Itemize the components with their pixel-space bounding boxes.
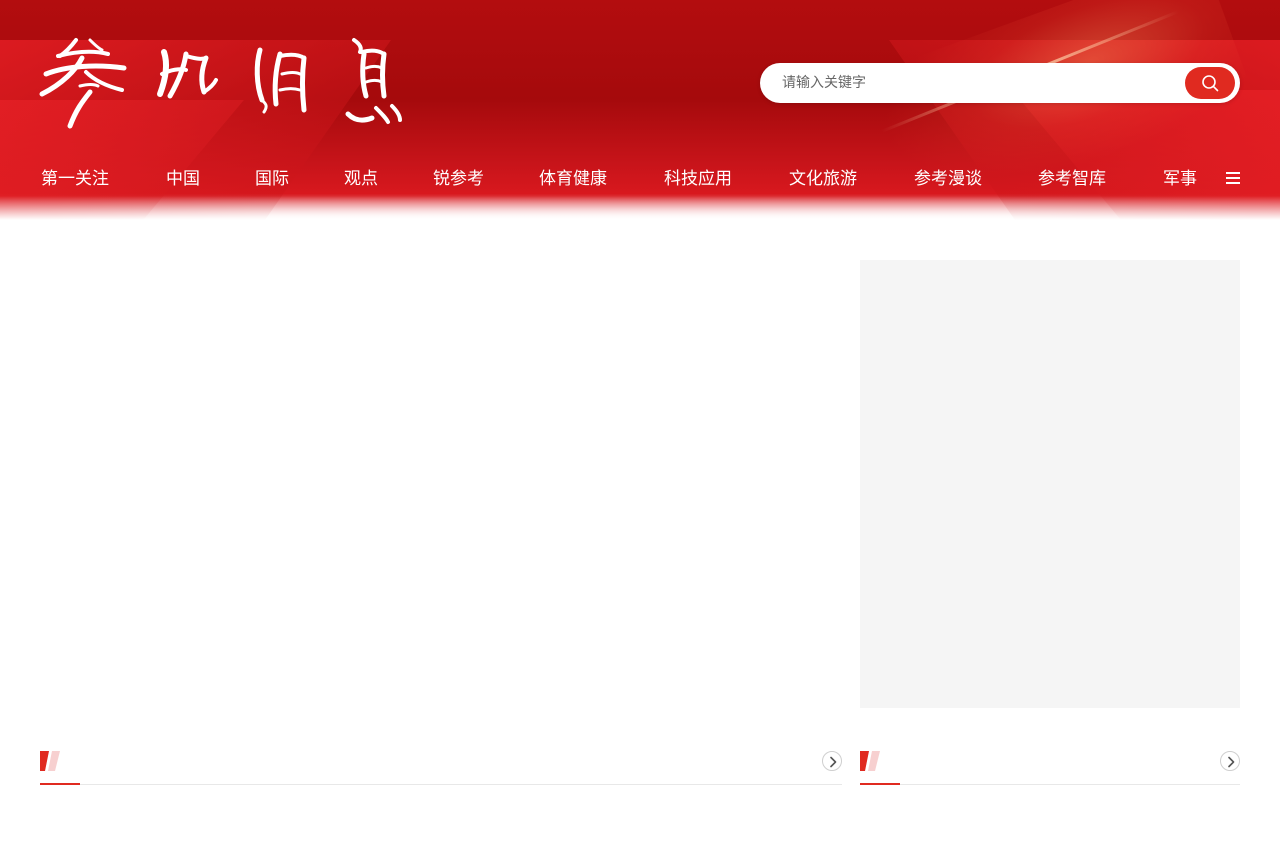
nav-item-military[interactable]: 军事 [1163,160,1197,198]
section-more-button[interactable] [822,751,842,771]
search-bar [760,63,1240,103]
section-underline [860,783,900,785]
chevron-right-icon [830,756,837,768]
nav-item-first-focus[interactable]: 第一关注 [41,160,109,198]
section-header-right [860,748,1240,785]
nav-item-international[interactable]: 国际 [255,160,289,198]
section-mark-icon [40,751,60,771]
section-mark-icon [860,751,880,771]
site-logo[interactable] [36,34,408,130]
side-panel [860,260,1240,708]
chevron-right-icon [1228,756,1235,768]
menu-icon[interactable] [1226,171,1240,185]
section-underline [40,783,80,785]
search-input[interactable] [780,63,1180,103]
nav-item-china[interactable]: 中国 [166,160,200,198]
main-feature-area [40,260,840,708]
search-icon [1202,75,1219,92]
nav-item-opinion[interactable]: 观点 [344,160,378,198]
section-more-button[interactable] [1220,751,1240,771]
nav-item-tech[interactable]: 科技应用 [664,160,732,198]
header-fade [0,196,1280,220]
search-button[interactable] [1185,67,1235,99]
nav-item-culture-travel[interactable]: 文化旅游 [789,160,857,198]
nav-item-think-tank[interactable]: 参考智库 [1038,160,1106,198]
nav-item-sharp-reference[interactable]: 锐参考 [433,160,484,198]
nav-item-reference-talk[interactable]: 参考漫谈 [914,160,982,198]
main-nav: 第一关注 中国 国际 观点 锐参考 体育健康 科技应用 文化旅游 参考漫谈 参考… [0,160,1280,198]
logo-calligraphy [39,38,402,129]
nav-item-sports-health[interactable]: 体育健康 [539,160,607,198]
section-header-left [40,748,842,785]
